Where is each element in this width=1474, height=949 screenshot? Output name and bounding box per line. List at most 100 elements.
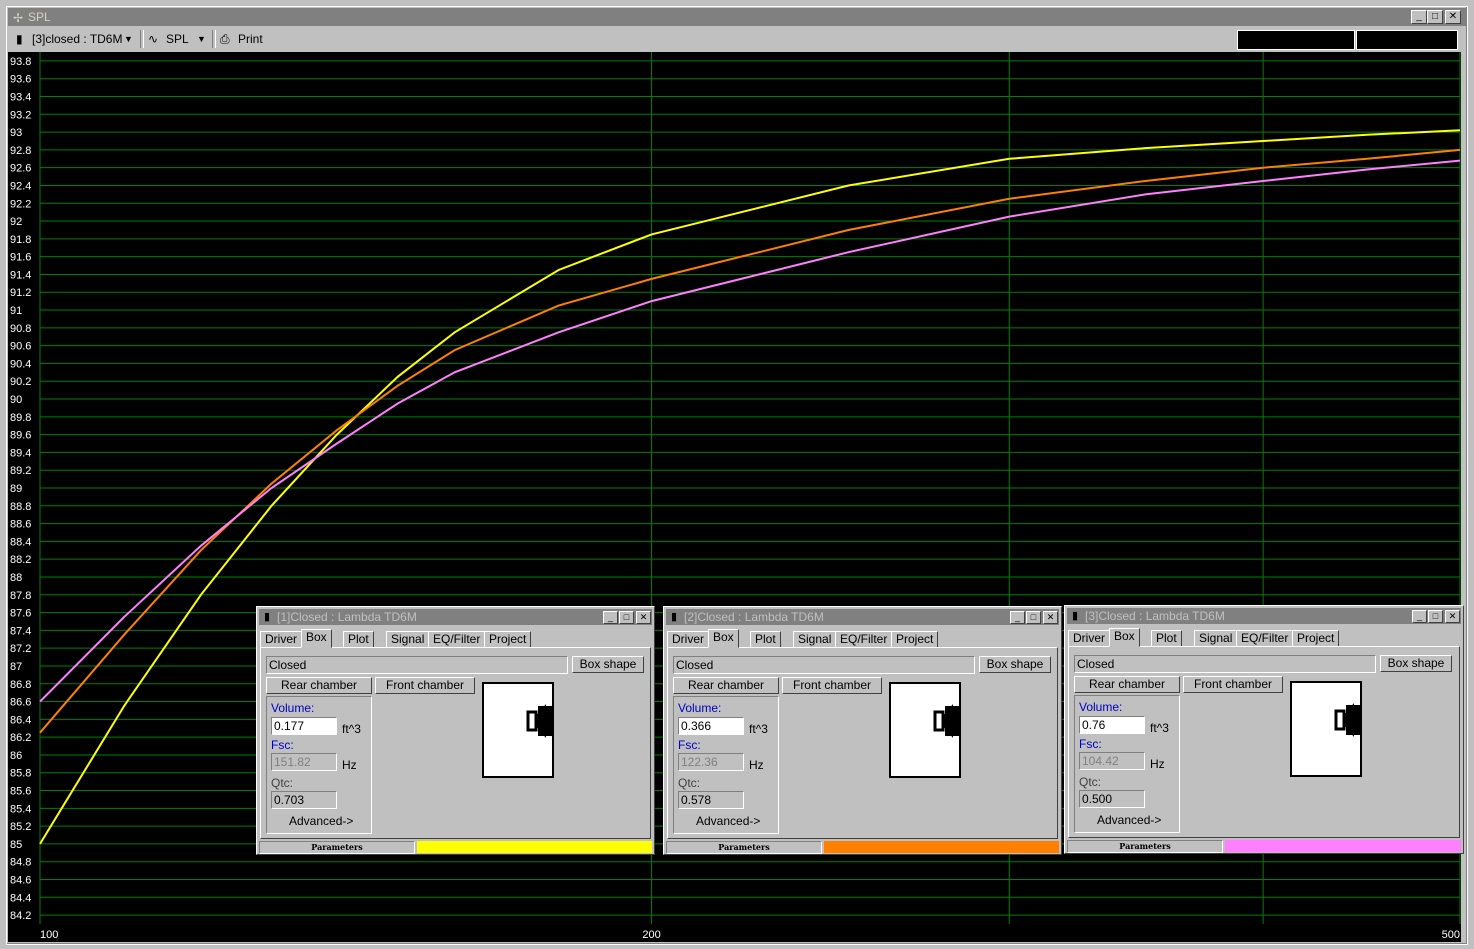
front-chamber-button[interactable]: Front chamber	[375, 677, 475, 694]
tab-driver[interactable]: Driver	[667, 631, 709, 648]
tab-box[interactable]: Box	[1109, 628, 1140, 647]
y-tick-label: 84.6	[10, 875, 31, 887]
maximize-button[interactable]: □	[1427, 10, 1443, 24]
tab-project[interactable]: Project	[891, 631, 939, 648]
y-tick-label: 89.6	[10, 430, 31, 442]
y-tick-label: 92.6	[10, 163, 31, 175]
panel-title: [3]Closed : Lambda TD6M	[1085, 609, 1225, 623]
fsc-field: 104.42	[1079, 752, 1145, 770]
rear-chamber-button[interactable]: Rear chamber	[673, 677, 779, 694]
fsc-label: Fsc:	[271, 738, 294, 752]
box-tab-pane: Closed Box shape Rear chamber Front cham…	[667, 647, 1058, 839]
panel-icon: ▮	[264, 611, 271, 623]
tab-signal[interactable]: Signal	[1194, 630, 1238, 647]
close-button[interactable]: ✕	[1043, 611, 1058, 624]
volume-label: Volume:	[1079, 700, 1123, 714]
speaker-icon	[526, 704, 552, 738]
x-tick-label: 100	[40, 929, 58, 941]
chevron-down-icon[interactable]: ▼	[124, 31, 133, 47]
y-tick-label: 86.2	[10, 732, 31, 744]
box-type-field[interactable]: Closed	[673, 656, 975, 674]
front-chamber-button[interactable]: Front chamber	[1183, 676, 1283, 693]
y-tick-label: 91	[10, 305, 22, 317]
close-button[interactable]: ✕	[1445, 610, 1460, 623]
y-tick-label: 92	[10, 216, 22, 228]
box-type-field[interactable]: Closed	[266, 656, 568, 674]
status-field-2	[1356, 30, 1458, 50]
chevron-down-icon[interactable]: ▼	[197, 31, 206, 47]
volume-input[interactable]: 0.76	[1079, 716, 1145, 734]
y-tick-label: 87.8	[10, 590, 31, 602]
parameters-label: Parameters	[666, 841, 822, 854]
plot-select[interactable]: SPL	[166, 31, 189, 47]
qtc-label: Qtc:	[1079, 775, 1102, 789]
y-tick-label: 93.6	[10, 74, 31, 86]
status-field-1	[1237, 30, 1355, 50]
volume-input[interactable]: 0.366	[678, 717, 744, 735]
close-button[interactable]: ✕	[1445, 10, 1461, 24]
tab-project[interactable]: Project	[484, 631, 532, 648]
box-type-field[interactable]: Closed	[1074, 655, 1376, 673]
speaker-icon	[933, 704, 959, 738]
panel-title-bar[interactable]: ▮ [1]Closed : Lambda TD6M _ □ ✕	[259, 609, 652, 625]
panel-statusbar: Parameters	[1067, 840, 1461, 853]
box-shape-button[interactable]: Box shape	[572, 656, 644, 673]
tab-plot[interactable]: Plot	[1151, 630, 1182, 647]
close-button[interactable]: ✕	[636, 611, 651, 624]
volume-input[interactable]: 0.177	[271, 717, 337, 735]
minimize-button[interactable]: _	[603, 611, 618, 624]
toolbar-separator	[140, 30, 144, 48]
tab-box[interactable]: Box	[708, 629, 739, 648]
fsc-unit: Hz	[342, 758, 357, 772]
advanced-button[interactable]: Advanced->	[696, 813, 760, 829]
x-tick-label: 500	[1442, 929, 1460, 941]
x-tick-label: 200	[642, 929, 660, 941]
panel-title-bar[interactable]: ▮ [2]Closed : Lambda TD6M _ □ ✕	[666, 609, 1059, 625]
box-shape-preview	[1290, 681, 1362, 777]
front-chamber-button[interactable]: Front chamber	[782, 677, 882, 694]
qtc-field: 0.578	[678, 791, 744, 809]
print-button[interactable]: Print	[238, 31, 263, 47]
panel-title-bar[interactable]: ▮ [3]Closed : Lambda TD6M _ □ ✕	[1067, 608, 1461, 624]
y-tick-label: 91.6	[10, 252, 31, 264]
rear-chamber-button[interactable]: Rear chamber	[266, 677, 372, 694]
y-tick-label: 87	[10, 661, 22, 673]
tab-project[interactable]: Project	[1292, 630, 1340, 647]
y-tick-label: 90.2	[10, 376, 31, 388]
y-tick-label: 85.2	[10, 821, 31, 833]
y-tick-label: 92.8	[10, 145, 31, 157]
minimize-button[interactable]: _	[1411, 10, 1427, 24]
box-shape-button[interactable]: Box shape	[979, 656, 1051, 673]
tab-eq-filter[interactable]: EQ/Filter	[428, 631, 486, 648]
tab-eq-filter[interactable]: EQ/Filter	[835, 631, 893, 648]
panel-tabs: Driver Box Plot Signal EQ/Filter Project	[1068, 628, 1460, 647]
tab-signal[interactable]: Signal	[793, 631, 837, 648]
rear-chamber-button[interactable]: Rear chamber	[1074, 676, 1180, 693]
toolbar-separator	[212, 30, 216, 48]
qtc-label: Qtc:	[271, 776, 294, 790]
rear-chamber-group: Volume: 0.76 ft^3 Fsc: 104.42 Hz Qtc: 0.…	[1074, 695, 1180, 833]
minimize-button[interactable]: _	[1412, 610, 1427, 623]
tab-eq-filter[interactable]: EQ/Filter	[1236, 630, 1294, 647]
project-select[interactable]: [3]closed : TD6M	[32, 31, 122, 47]
tab-driver[interactable]: Driver	[260, 631, 302, 648]
y-tick-label: 90	[10, 394, 22, 406]
advanced-button[interactable]: Advanced->	[289, 813, 353, 829]
maximize-button[interactable]: □	[1026, 611, 1041, 624]
tab-signal[interactable]: Signal	[386, 631, 430, 648]
maximize-button[interactable]: □	[1428, 610, 1443, 623]
tab-plot[interactable]: Plot	[750, 631, 781, 648]
y-tick-label: 93.4	[10, 91, 31, 103]
speaker-icon	[1334, 703, 1360, 737]
advanced-button[interactable]: Advanced->	[1097, 812, 1161, 828]
tab-driver[interactable]: Driver	[1068, 630, 1110, 647]
maximize-button[interactable]: □	[619, 611, 634, 624]
title-bar[interactable]: ✢ SPL _ □ ✕	[8, 8, 1466, 26]
box-shape-button[interactable]: Box shape	[1380, 655, 1452, 672]
tab-box[interactable]: Box	[301, 629, 332, 648]
minimize-button[interactable]: _	[1010, 611, 1025, 624]
y-tick-label: 85	[10, 839, 22, 851]
parameters-panel-1: ▮ [1]Closed : Lambda TD6M _ □ ✕ Driver B…	[256, 606, 655, 855]
tab-plot[interactable]: Plot	[343, 631, 374, 648]
y-tick-label: 84.2	[10, 910, 31, 922]
